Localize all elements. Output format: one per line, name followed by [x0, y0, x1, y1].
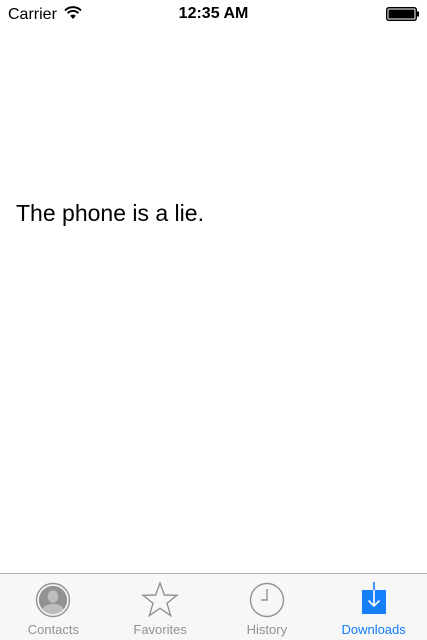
battery-full-icon — [386, 7, 419, 21]
tab-label-contacts: Contacts — [27, 622, 80, 637]
tab-contacts[interactable]: Contacts — [0, 574, 107, 640]
tab-label-history: History — [246, 622, 288, 637]
star-icon — [141, 581, 180, 618]
tab-history[interactable]: History — [214, 574, 321, 640]
main-message: The phone is a lie. — [16, 200, 204, 226]
status-time: 12:35 AM — [178, 5, 249, 22]
tab-bar: Contacts Favorites History Downloads — [0, 573, 427, 640]
contacts-icon — [36, 582, 71, 618]
tab-favorites[interactable]: Favorites — [107, 574, 214, 640]
status-bar: Carrier 12:35 AM — [0, 0, 427, 28]
screen: Carrier 12:35 AM The phone is a lie. Con… — [0, 0, 427, 640]
tab-label-downloads: Downloads — [341, 622, 406, 637]
tab-downloads[interactable]: Downloads — [320, 574, 427, 640]
tab-label-favorites: Favorites — [133, 622, 187, 637]
download-icon — [361, 582, 386, 614]
clock-icon — [249, 582, 285, 618]
